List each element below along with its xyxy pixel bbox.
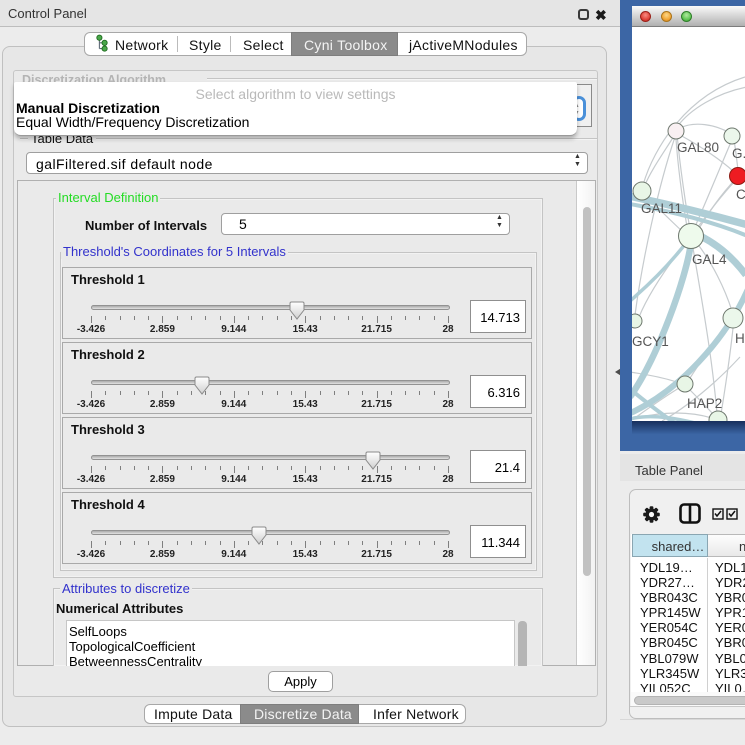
svg-text:GAL80: GAL80	[677, 140, 719, 155]
svg-text:GCY1: GCY1	[632, 334, 669, 349]
svg-text:H: H	[735, 331, 745, 346]
svg-text:HAP2: HAP2	[687, 396, 722, 411]
svg-text:C: C	[736, 187, 745, 202]
svg-text:G.: G.	[732, 146, 745, 161]
svg-text:GAL4: GAL4	[692, 252, 727, 267]
svg-text:GAL11: GAL11	[641, 201, 682, 216]
